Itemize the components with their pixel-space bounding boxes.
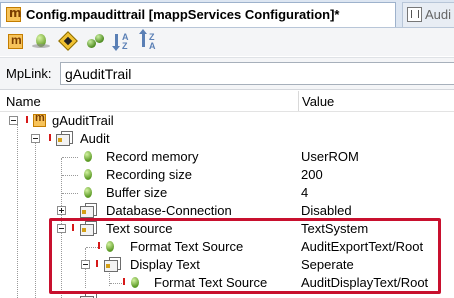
- tree-label: Display Text: [130, 257, 200, 272]
- parameter-icon: [84, 151, 92, 162]
- sort-letter: Z: [122, 41, 128, 51]
- collapse-icon[interactable]: [9, 116, 18, 125]
- collapse-icon[interactable]: [31, 134, 40, 143]
- config-tree: gAuditTrail Audit Record memory UserROM …: [0, 111, 454, 298]
- folder-icon: [80, 203, 97, 218]
- mplink-row: MpLink:: [0, 57, 454, 90]
- column-header-value[interactable]: Value: [302, 94, 334, 109]
- tab-audit[interactable]: Audi: [402, 2, 454, 27]
- tree-row-audit[interactable]: Audit: [0, 130, 454, 148]
- folder-icon: [104, 257, 121, 272]
- mapp-config-icon: [33, 112, 46, 127]
- column-header: Name Value: [0, 91, 454, 112]
- tree-row-text-source[interactable]: Text source TextSystem: [0, 220, 454, 238]
- collapse-icon[interactable]: [81, 260, 90, 269]
- open-mapp-config-button[interactable]: [5, 31, 27, 53]
- tab-label: Config.mpaudittrail [mappServices Config…: [26, 7, 340, 22]
- mplink-input[interactable]: [60, 62, 454, 85]
- tree-value[interactable]: AuditExportText/Root: [301, 239, 423, 254]
- parameter-icon: [131, 277, 139, 288]
- tree-row-recording-size[interactable]: Recording size 200: [0, 166, 454, 184]
- tree-label: Audit: [80, 131, 110, 146]
- double-pin-button[interactable]: [85, 31, 107, 53]
- tree-row-partial: [0, 292, 454, 298]
- error-marker-icon: [49, 134, 51, 143]
- tree-label: Format Text Source: [154, 275, 268, 290]
- column-divider[interactable]: [298, 91, 299, 111]
- tree-label: Format Text Source: [130, 239, 244, 254]
- tab-label: Audi: [425, 7, 452, 22]
- sort-descending-icon: Z A: [139, 29, 159, 51]
- collapse-icon[interactable]: [57, 224, 66, 233]
- error-marker-icon: [123, 278, 125, 287]
- folder-icon: [80, 221, 97, 236]
- tab-config-mpaudittrail[interactable]: Config.mpaudittrail [mappServices Config…: [0, 2, 396, 27]
- tree-row-display-text[interactable]: Display Text Seperate: [0, 256, 454, 274]
- toolbar: A Z Z A: [0, 28, 454, 56]
- tree-label: Recording size: [106, 167, 192, 182]
- sort-ascending-button[interactable]: A Z: [112, 31, 134, 53]
- parameter-icon: [106, 241, 114, 252]
- tree-value[interactable]: Seperate: [301, 257, 354, 272]
- parameter-icon: [84, 187, 92, 198]
- mplink-label: MpLink:: [6, 66, 52, 81]
- tree-value[interactable]: 4: [301, 185, 308, 200]
- sort-letter: A: [149, 41, 156, 51]
- tree-label: gAuditTrail: [52, 113, 114, 128]
- folder-icon: [56, 131, 73, 146]
- tree-label: Database-Connection: [106, 203, 232, 218]
- tree-row-format-text-source[interactable]: Format Text Source AuditExportText/Root: [0, 238, 454, 256]
- green-pin-icon: [32, 34, 50, 48]
- tree-label: Buffer size: [106, 185, 168, 200]
- error-marker-icon: [98, 242, 100, 251]
- diamond-icon: [58, 31, 78, 51]
- expand-icon[interactable]: [57, 206, 66, 215]
- sort-descending-button[interactable]: Z A: [139, 29, 161, 53]
- tree-value[interactable]: 200: [301, 167, 323, 182]
- tree-label: Record memory: [106, 149, 199, 164]
- tree-label: Text source: [106, 221, 173, 236]
- folder-icon: [80, 293, 97, 298]
- mapp-config-icon: [6, 6, 22, 22]
- error-marker-icon: [72, 224, 74, 233]
- error-marker-icon: [96, 260, 98, 269]
- tree-value[interactable]: Disabled: [301, 203, 352, 218]
- error-marker-icon: [26, 116, 28, 125]
- parameter-icon: [84, 169, 92, 180]
- document-icon: [407, 7, 422, 22]
- tree-value[interactable]: UserROM: [301, 149, 359, 164]
- diamond-button[interactable]: [57, 31, 79, 53]
- double-pin-icon: [87, 34, 105, 50]
- tree-row-gaudittrail[interactable]: gAuditTrail: [0, 112, 454, 130]
- tree-value[interactable]: AuditDisplayText/Root: [301, 275, 428, 290]
- sort-ascending-icon: A Z: [112, 33, 132, 51]
- green-pin-button[interactable]: [30, 31, 52, 53]
- tree-row-database-connection[interactable]: Database-Connection Disabled: [0, 202, 454, 220]
- mapp-config-icon: [8, 33, 23, 49]
- column-header-name[interactable]: Name: [6, 94, 41, 109]
- tree-row-record-memory[interactable]: Record memory UserROM: [0, 148, 454, 166]
- tree-value[interactable]: TextSystem: [301, 221, 368, 236]
- tab-bar: Config.mpaudittrail [mappServices Config…: [0, 0, 454, 28]
- tree-row-format-text-source-display[interactable]: Format Text Source AuditDisplayText/Root: [0, 274, 454, 292]
- tree-row-buffer-size[interactable]: Buffer size 4: [0, 184, 454, 202]
